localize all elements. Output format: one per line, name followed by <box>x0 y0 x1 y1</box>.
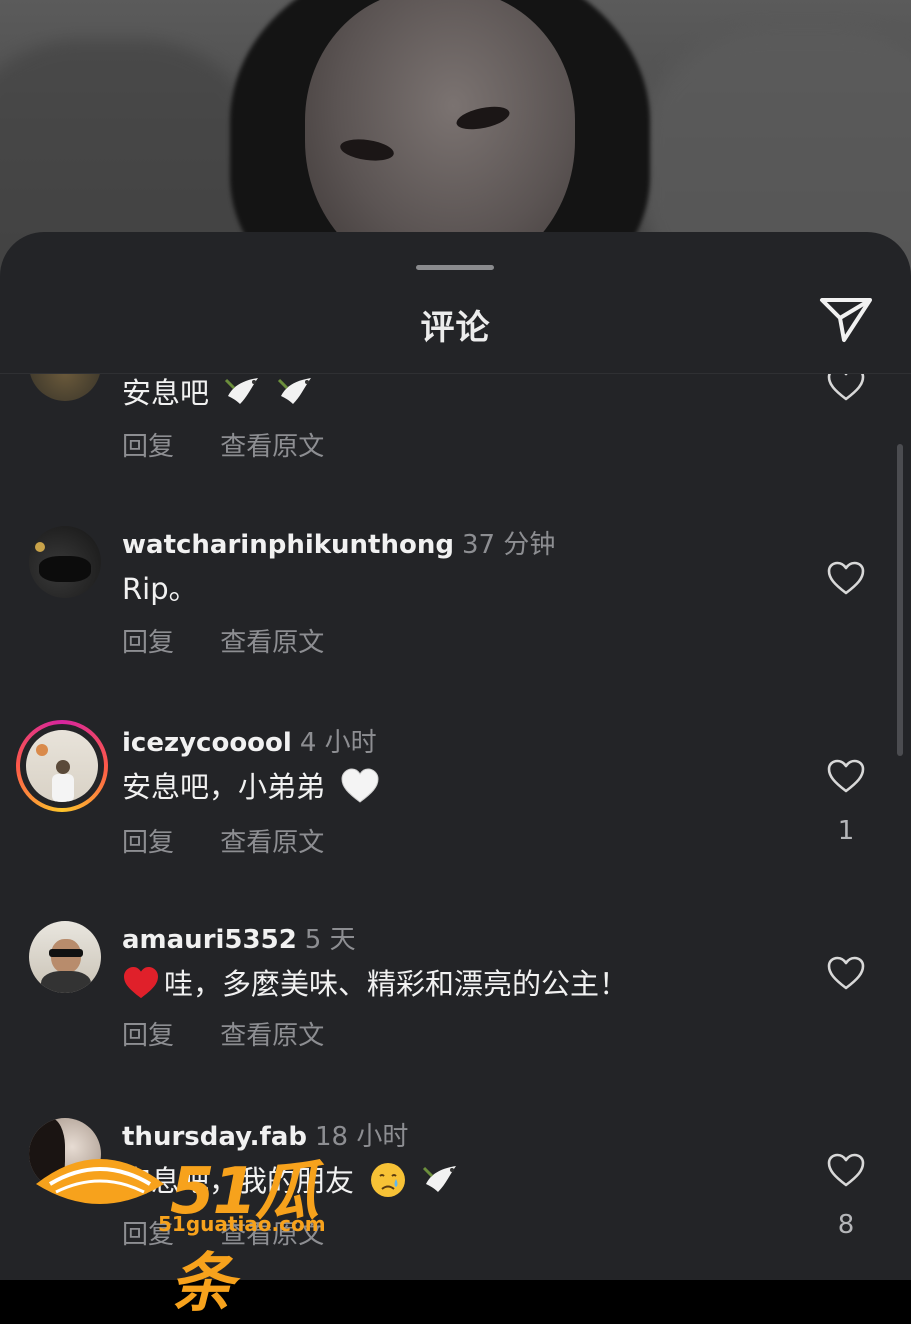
comment-actions: 回复 查看原文 <box>122 426 362 463</box>
username[interactable]: watcharinphikunthong <box>122 530 454 560</box>
melon-logo-icon <box>36 1159 164 1204</box>
reply-link[interactable]: 回复 <box>122 1021 174 1051</box>
dove-emoji <box>224 374 262 417</box>
avatar[interactable] <box>29 374 101 401</box>
sheet-title: 评论 <box>420 308 491 348</box>
username[interactable]: amauri5352 <box>122 925 297 955</box>
white-heart-emoji <box>340 767 380 811</box>
comment-actions: 回复 查看原文 <box>122 622 362 659</box>
avatar <box>26 730 98 802</box>
avatar-story-ring[interactable] <box>16 720 108 812</box>
paper-plane-icon[interactable] <box>818 294 874 346</box>
comment-time: 5 天 <box>304 925 356 955</box>
crying-face-emoji <box>369 1161 407 1206</box>
see-original-link[interactable]: 查看原文 <box>220 1021 324 1051</box>
reply-link[interactable]: 回复 <box>122 628 174 658</box>
heart-outline-icon[interactable] <box>826 1152 866 1188</box>
dove-emoji <box>422 1162 460 1205</box>
see-original-link[interactable]: 查看原文 <box>220 432 324 462</box>
avatar[interactable] <box>29 921 101 993</box>
comment-meta: amauri5352 5 天 <box>122 919 356 956</box>
comment-meta: icezycooool 4 小时 <box>122 722 377 759</box>
comment-text: 安息吧，小弟弟 <box>122 764 380 811</box>
comment-text: 安息吧 <box>122 374 315 417</box>
red-heart-emoji <box>122 966 160 1007</box>
heart-outline-icon[interactable] <box>826 374 866 402</box>
username[interactable]: icezycooool <box>122 728 292 758</box>
watermark-url: 51guatiao.com <box>158 1212 326 1236</box>
comment-actions: 回复 查看原文 <box>122 1015 362 1052</box>
avatar[interactable] <box>29 526 101 598</box>
comment-actions: 回复 查看原文 <box>122 822 362 859</box>
heart-outline-icon[interactable] <box>826 955 866 991</box>
watermark-logo: 51瓜条 51guatiao.com <box>30 1140 360 1321</box>
see-original-link[interactable]: 查看原文 <box>220 628 324 658</box>
like-count: 1 <box>837 816 855 846</box>
dove-emoji <box>277 374 315 417</box>
reply-link[interactable]: 回复 <box>122 828 174 858</box>
sheet-drag-handle[interactable] <box>416 265 494 270</box>
heart-outline-icon[interactable] <box>826 758 866 794</box>
heart-outline-icon[interactable] <box>826 560 866 596</box>
comment-meta: watcharinphikunthong 37 分钟 <box>122 524 555 561</box>
like-count: 8 <box>837 1210 855 1240</box>
comments-sheet: 评论 安息吧 回复 查看原文 watcharinphikunthong 37 分… <box>0 232 911 1280</box>
comment-text: 哇，多麼美味、精彩和漂亮的公主！ <box>122 961 628 1007</box>
comment-time: 4 小时 <box>299 728 377 758</box>
see-original-link[interactable]: 查看原文 <box>220 828 324 858</box>
scrollbar[interactable] <box>897 444 903 756</box>
reply-link[interactable]: 回复 <box>122 432 174 462</box>
comment-text: Rip。 <box>122 572 198 606</box>
comment-time: 37 分钟 <box>461 530 556 560</box>
